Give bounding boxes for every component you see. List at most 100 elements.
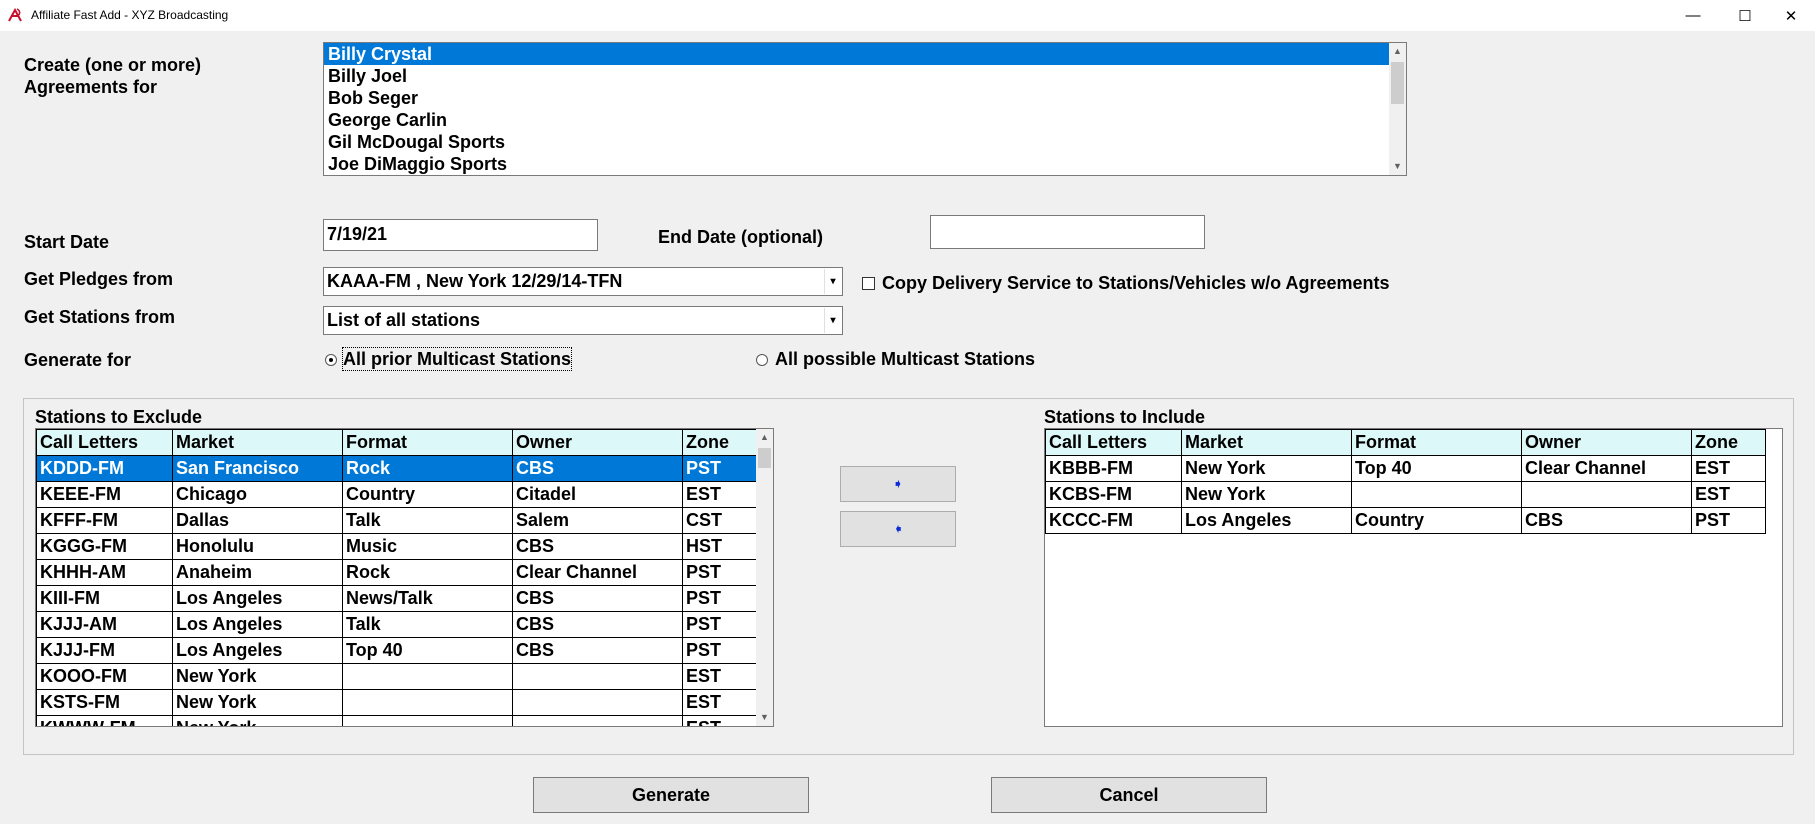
table-row[interactable]: KSTS-FM New York EST: [36, 689, 757, 716]
column-header[interactable]: Format: [342, 429, 513, 456]
chevron-down-icon[interactable]: ▾: [824, 308, 841, 333]
radio-possible-multicast-label[interactable]: All possible Multicast Stations: [775, 348, 1035, 370]
agreements-scrollbar[interactable]: ▲ ▼: [1389, 43, 1406, 175]
radio-possible-multicast[interactable]: [756, 354, 768, 366]
scroll-down-icon[interactable]: ▼: [756, 709, 773, 726]
scroll-down-icon[interactable]: ▼: [1389, 158, 1406, 175]
list-item[interactable]: Billy Crystal: [324, 43, 1390, 65]
table-cell: New York: [1181, 481, 1352, 508]
list-item[interactable]: George Carlin: [324, 109, 1390, 131]
add-station-button[interactable]: ➧: [840, 466, 956, 502]
table-row[interactable]: KFFF-FM Dallas Talk Salem CST: [36, 507, 757, 534]
table-cell: CST: [682, 507, 757, 534]
table-cell: CBS: [512, 637, 683, 664]
column-header[interactable]: Owner: [512, 429, 683, 456]
stations-dropdown[interactable]: List of all stations ▾: [323, 306, 843, 335]
pledges-value: KAAA-FM , New York 12/29/14-TFN: [327, 271, 623, 291]
table-cell: Los Angeles: [172, 637, 343, 664]
pledges-dropdown[interactable]: KAAA-FM , New York 12/29/14-TFN ▾: [323, 267, 843, 296]
table-row[interactable]: KGGG-FM Honolulu Music CBS HST: [36, 533, 757, 560]
window-title: Affiliate Fast Add - XYZ Broadcasting: [31, 8, 229, 22]
list-item[interactable]: Billy Joel: [324, 65, 1390, 87]
close-button[interactable]: ✕: [1768, 0, 1814, 31]
list-item[interactable]: Gil McDougal Sports: [324, 131, 1390, 153]
remove-station-button[interactable]: ➧: [840, 511, 956, 547]
column-header[interactable]: Zone: [1691, 429, 1766, 456]
table-row[interactable]: KEEE-FM Chicago Country Citadel EST: [36, 481, 757, 508]
scroll-thumb[interactable]: [758, 448, 771, 468]
arrow-left-icon: ➧: [892, 521, 904, 536]
radio-prior-multicast-label[interactable]: All prior Multicast Stations: [341, 347, 573, 371]
table-cell: KDDD-FM: [36, 455, 173, 482]
table-cell: Country: [342, 481, 513, 508]
maximize-icon: ☐: [1738, 7, 1752, 25]
table-cell: PST: [682, 611, 757, 638]
scroll-thumb[interactable]: [1391, 62, 1404, 104]
column-header[interactable]: Owner: [1521, 429, 1692, 456]
column-header[interactable]: Market: [172, 429, 343, 456]
table-row[interactable]: KOOO-FM New York EST: [36, 663, 757, 690]
stations-value: List of all stations: [327, 310, 481, 330]
table-cell: KGGG-FM: [36, 533, 173, 560]
table-cell: Music: [342, 533, 513, 560]
table-cell: [512, 689, 683, 716]
table-cell: PST: [1691, 507, 1766, 534]
close-icon: ✕: [1784, 7, 1798, 25]
table-cell: Top 40: [342, 637, 513, 664]
table-row[interactable]: KCBS-FM New York EST: [1045, 481, 1766, 508]
table-cell: News/Talk: [342, 585, 513, 612]
stations-exclude-grid[interactable]: Call Letters Market Format Owner Zone KDDD-F…: [35, 428, 774, 727]
table-row[interactable]: KHHH-AM Anaheim Rock Clear Channel PST: [36, 559, 757, 586]
list-item[interactable]: Bob Seger: [324, 87, 1390, 109]
table-cell: KJJJ-FM: [36, 637, 173, 664]
scroll-up-icon[interactable]: ▲: [756, 429, 773, 446]
table-row[interactable]: KBBB-FM New York Top 40 Clear Channel EST: [1045, 455, 1766, 482]
exclude-table: Call Letters Market Format Owner Zone KDDD-F…: [36, 429, 757, 726]
maximize-button[interactable]: ☐: [1722, 0, 1768, 31]
table-cell: Clear Channel: [512, 559, 683, 586]
radio-prior-multicast[interactable]: [325, 354, 337, 366]
generate-button[interactable]: Generate: [533, 777, 809, 813]
agreements-listbox[interactable]: Billy Crystal Billy Joel Bob Seger Georg…: [323, 42, 1407, 176]
table-row[interactable]: KIII-FM Los Angeles News/Talk CBS PST: [36, 585, 757, 612]
list-item[interactable]: Joe DiMaggio Sports: [324, 153, 1390, 175]
minimize-button[interactable]: —: [1670, 0, 1716, 31]
column-header[interactable]: Market: [1181, 429, 1352, 456]
table-cell: EST: [1691, 455, 1766, 482]
minimize-icon: —: [1685, 7, 1701, 24]
table-cell: Country: [1351, 507, 1522, 534]
table-row[interactable]: KWWW-FMNew York EST: [36, 715, 757, 726]
table-cell: Chicago: [172, 481, 343, 508]
table-cell: PST: [682, 455, 757, 482]
column-header[interactable]: Call Letters: [1045, 429, 1182, 456]
table-row[interactable]: KCCC-FM Los Angeles Country CBS PST: [1045, 507, 1766, 534]
table-row[interactable]: KJJJ-AM Los Angeles Talk CBS PST: [36, 611, 757, 638]
table-cell: Salem: [512, 507, 683, 534]
column-header[interactable]: Call Letters: [36, 429, 173, 456]
column-header[interactable]: Zone: [682, 429, 757, 456]
cancel-button[interactable]: Cancel: [991, 777, 1267, 813]
table-cell: [342, 715, 513, 726]
end-date-field[interactable]: [930, 215, 1205, 249]
copy-delivery-checkbox[interactable]: [862, 277, 875, 290]
chevron-down-icon[interactable]: ▾: [824, 269, 841, 294]
exclude-scrollbar[interactable]: ▲ ▼: [756, 429, 773, 726]
table-cell: KIII-FM: [36, 585, 173, 612]
table-cell: Citadel: [512, 481, 683, 508]
table-cell: Los Angeles: [172, 611, 343, 638]
table-cell: [1351, 481, 1522, 508]
table-cell: Los Angeles: [172, 585, 343, 612]
stations-include-grid[interactable]: Call Letters Market Format Owner Zone KBBB-F…: [1044, 428, 1783, 727]
table-row[interactable]: KJJJ-FM Los Angeles Top 40 CBS PST: [36, 637, 757, 664]
table-cell: San Francisco: [172, 455, 343, 482]
scroll-up-icon[interactable]: ▲: [1389, 43, 1406, 60]
start-date-field[interactable]: 7/19/21: [323, 219, 598, 251]
start-date-label: Start Date: [24, 232, 110, 252]
table-cell: CBS: [512, 455, 683, 482]
table-cell: [342, 689, 513, 716]
column-header[interactable]: Format: [1351, 429, 1522, 456]
table-cell: Anaheim: [172, 559, 343, 586]
table-cell: CBS: [1521, 507, 1692, 534]
table-row[interactable]: KDDD-FM San Francisco Rock CBS PST: [36, 455, 757, 482]
table-cell: New York: [172, 689, 343, 716]
